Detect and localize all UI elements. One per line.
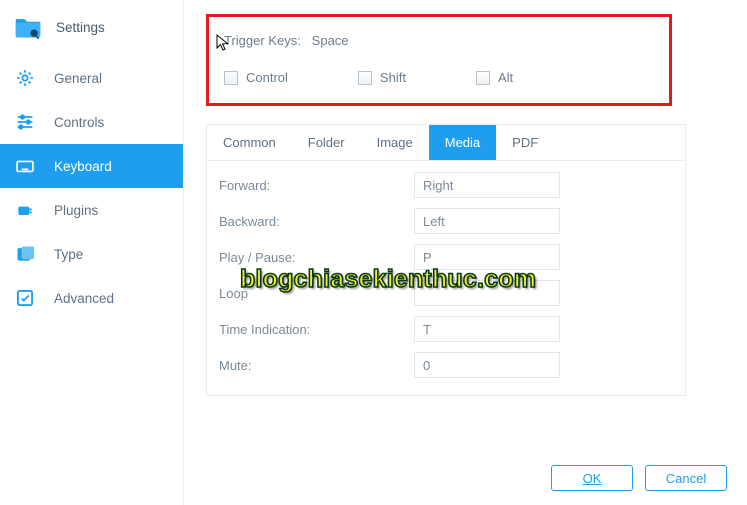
checkbox-label: Control [246, 70, 288, 85]
sidebar-item-plugins[interactable]: Plugins [0, 188, 183, 232]
row-forward: Forward: [219, 167, 673, 203]
tab-common[interactable]: Common [207, 125, 292, 160]
trigger-keys-line: Trigger Keys: Space [221, 33, 657, 48]
row-field-forward[interactable] [414, 172, 560, 198]
row-label: Play / Pause: [219, 250, 414, 265]
main-panel: Trigger Keys: Space Control Shift Alt [184, 0, 747, 505]
checkbox-box-icon [476, 71, 490, 85]
row-field-mute[interactable] [414, 352, 560, 378]
tab-folder[interactable]: Folder [292, 125, 361, 160]
row-time-indication: Time Indication: [219, 311, 673, 347]
row-mute: Mute: [219, 347, 673, 383]
sidebar-item-controls[interactable]: Controls [0, 100, 183, 144]
checkbox-label: Shift [380, 70, 406, 85]
trigger-label: Trigger Keys: [224, 33, 301, 48]
sidebar-item-label: General [54, 71, 102, 86]
tab-pdf[interactable]: PDF [496, 125, 554, 160]
row-field-backward[interactable] [414, 208, 560, 234]
tabs: Common Folder Image Media PDF [207, 125, 685, 161]
sidebar-title: Settings [56, 20, 105, 35]
keyboard-icon [14, 155, 36, 177]
gear-icon [14, 67, 36, 89]
modifier-checkbox-control[interactable]: Control [224, 70, 288, 85]
row-field-time-indication[interactable] [414, 316, 560, 342]
sidebar-item-label: Advanced [54, 291, 114, 306]
sidebar: Settings General Controls [0, 0, 184, 505]
tab-image[interactable]: Image [361, 125, 429, 160]
checkbox-box-icon [224, 71, 238, 85]
dialog-footer: OK Cancel [551, 465, 727, 491]
trigger-keys-panel: Trigger Keys: Space Control Shift Alt [206, 14, 672, 106]
checkbox-label: Alt [498, 70, 513, 85]
row-label: Loop [219, 286, 414, 301]
sliders-icon [14, 111, 36, 133]
row-field-play-pause[interactable] [414, 244, 560, 270]
tab-media[interactable]: Media [429, 125, 496, 160]
trigger-value: Space [312, 33, 349, 48]
sidebar-item-general[interactable]: General [0, 56, 183, 100]
row-backward: Backward: [219, 203, 673, 239]
sidebar-item-keyboard[interactable]: Keyboard [0, 144, 183, 188]
row-loop: Loop [219, 275, 673, 311]
sidebar-item-label: Keyboard [54, 159, 112, 174]
row-label: Backward: [219, 214, 414, 229]
sidebar-item-advanced[interactable]: Advanced [0, 276, 183, 320]
cancel-button[interactable]: Cancel [645, 465, 727, 491]
sidebar-item-label: Type [54, 247, 83, 262]
row-label: Mute: [219, 358, 414, 373]
row-play-pause: Play / Pause: [219, 239, 673, 275]
checkbox-box-icon [358, 71, 372, 85]
sidebar-header: Settings [0, 6, 183, 56]
type-icon [14, 243, 36, 265]
row-label: Time Indication: [219, 322, 414, 337]
app-root: Settings General Controls [0, 0, 747, 505]
sidebar-item-label: Controls [54, 115, 104, 130]
plugin-icon [14, 199, 36, 221]
row-field-loop[interactable] [414, 280, 560, 306]
keybinding-rows: Forward: Backward: Play / Pause: Loop Ti… [207, 161, 685, 395]
ok-button[interactable]: OK [551, 465, 633, 491]
keybindings-card: Common Folder Image Media PDF Forward: B… [206, 124, 686, 396]
sidebar-item-label: Plugins [54, 203, 98, 218]
modifier-checkbox-shift[interactable]: Shift [358, 70, 406, 85]
sidebar-item-type[interactable]: Type [0, 232, 183, 276]
modifier-checkbox-alt[interactable]: Alt [476, 70, 513, 85]
app-folder-icon [14, 14, 42, 40]
check-square-icon [14, 287, 36, 309]
row-label: Forward: [219, 178, 414, 193]
